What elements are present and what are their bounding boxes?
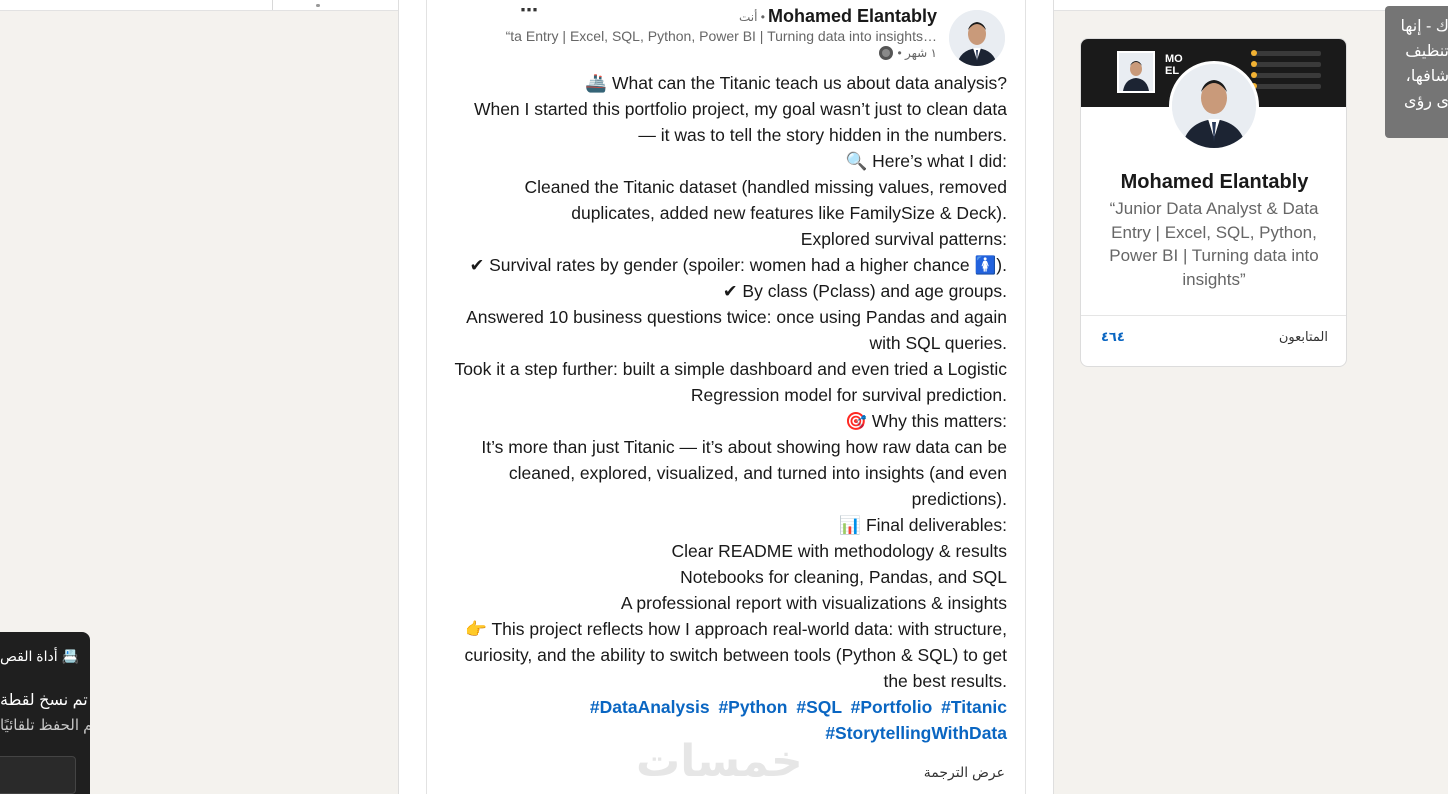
tooltip-line: شافها، <box>1405 68 1448 85</box>
profile-headline: “Junior Data Analyst & Data Entry | Exce… <box>1109 199 1319 289</box>
post-line: Regression model for survival prediction… <box>690 385 1007 405</box>
post-line: When I started this portfolio project, m… <box>473 99 1007 119</box>
followers-label: المتابعون <box>1278 329 1328 344</box>
globe-icon <box>879 46 894 60</box>
post-line: Clear README with methodology & results <box>671 541 1007 561</box>
hashtag-link[interactable]: #SQL <box>796 697 841 717</box>
author-avatar[interactable] <box>949 10 1005 66</box>
toast-message: تم نسخ لقطة <box>0 692 88 709</box>
post-line: 👉 This project reflects how I approach r… <box>465 619 1007 639</box>
toast-preview[interactable] <box>0 756 76 794</box>
post-line: Answered 10 business questions twice: on… <box>466 307 1007 327</box>
hashtag-link[interactable]: #Portfolio <box>851 697 933 717</box>
post-line: A professional report with visualization… <box>620 593 1007 613</box>
you-tag: • أنت <box>739 10 765 24</box>
post-line: Notebooks for cleaning, Pandas, and SQL <box>680 567 1007 587</box>
post-line: 📊 Final deliverables: <box>839 515 1007 535</box>
profile-name[interactable]: Mohamed Elantably <box>1081 171 1346 194</box>
divider <box>1081 315 1346 316</box>
post-line: — it was to tell the story hidden in the… <box>638 125 1007 145</box>
tooltip-line: تنظيف <box>1405 43 1448 60</box>
followers-count[interactable]: ٤٦٤ <box>1101 329 1125 345</box>
post-line: duplicates, added new features like Fami… <box>571 203 1007 223</box>
translation-tooltip: ك - إنها تنظيف شافها، ى رؤى <box>1385 6 1448 138</box>
nav-indicator <box>316 4 320 7</box>
profile-card: MO EL Mohamed Elantably “Junior Data Anal… <box>1080 38 1347 367</box>
post-line: curiosity, and the ability to switch bet… <box>464 645 1007 665</box>
post-time-row: ١ شهر • <box>879 46 937 60</box>
post-line: 🚢 What can the Titanic teach us about da… <box>585 73 1007 93</box>
post-line: Cleaned the Titanic dataset (handled mis… <box>524 177 1008 197</box>
more-options-icon[interactable]: ⋯ <box>520 0 539 21</box>
hashtag-link[interactable]: #Titanic <box>941 697 1007 717</box>
post-body: 🚢 What can the Titanic teach us about da… <box>447 70 1007 746</box>
post-line: It’s more than just Titanic — it’s about… <box>481 437 1007 457</box>
toast-title: 📇 أداة القص <box>0 648 79 664</box>
hashtag-link[interactable]: #StorytellingWithData <box>825 723 1007 743</box>
watermark-logo: خمسات <box>636 737 803 786</box>
profile-avatar[interactable] <box>1169 61 1259 151</box>
post-line: predictions). <box>911 489 1007 509</box>
nav-divider <box>272 0 273 10</box>
snipping-tool-toast[interactable]: 📇 أداة القص تم نسخ لقطة تم الحفظ تلقائيً… <box>0 632 90 794</box>
hashtags-row: #DataAnalysis #Python #SQL #Portfolio #T… <box>447 694 1007 720</box>
author-headline: “ta Entry | Excel, SQL, Python, Power BI… <box>505 28 937 44</box>
post-line: cleaned, explored, visualized, and turne… <box>508 463 1007 483</box>
tooltip-line: ى رؤى <box>1404 93 1448 110</box>
tooltip-line: ك - إنها <box>1400 18 1448 35</box>
post-line: Took it a step further: built a simple d… <box>454 359 1007 379</box>
post-line: ✔ By class (Pclass) and age groups. <box>722 281 1007 301</box>
banner-text: MO EL <box>1165 53 1183 77</box>
see-translation-link[interactable]: عرض الترجمة <box>924 764 1005 781</box>
hashtag-link[interactable]: #DataAnalysis <box>590 697 710 717</box>
post-line: Explored survival patterns: <box>800 229 1007 249</box>
post-line: with SQL queries. <box>869 333 1007 353</box>
hashtag-link[interactable]: #Python <box>718 697 787 717</box>
post-time: ١ شهر • <box>897 46 937 60</box>
toast-subtext: تم الحفظ تلقائيًا <box>0 717 90 734</box>
banner-contact-lines <box>1251 51 1331 95</box>
post-header: Mohamed Elantably • أنت ⋯ “ta Entry | Ex… <box>445 0 1005 66</box>
post-line: 🎯 Why this matters: <box>845 411 1007 431</box>
author-name[interactable]: Mohamed Elantably <box>768 6 937 27</box>
feed-post: Mohamed Elantably • أنت ⋯ “ta Entry | Ex… <box>426 0 1026 794</box>
post-line: 🔍 Here’s what I did: <box>845 151 1007 171</box>
post-line: the best results. <box>883 671 1007 691</box>
post-line: ✔ Survival rates by gender (spoiler: wom… <box>469 255 1007 275</box>
banner-photo <box>1117 51 1155 93</box>
